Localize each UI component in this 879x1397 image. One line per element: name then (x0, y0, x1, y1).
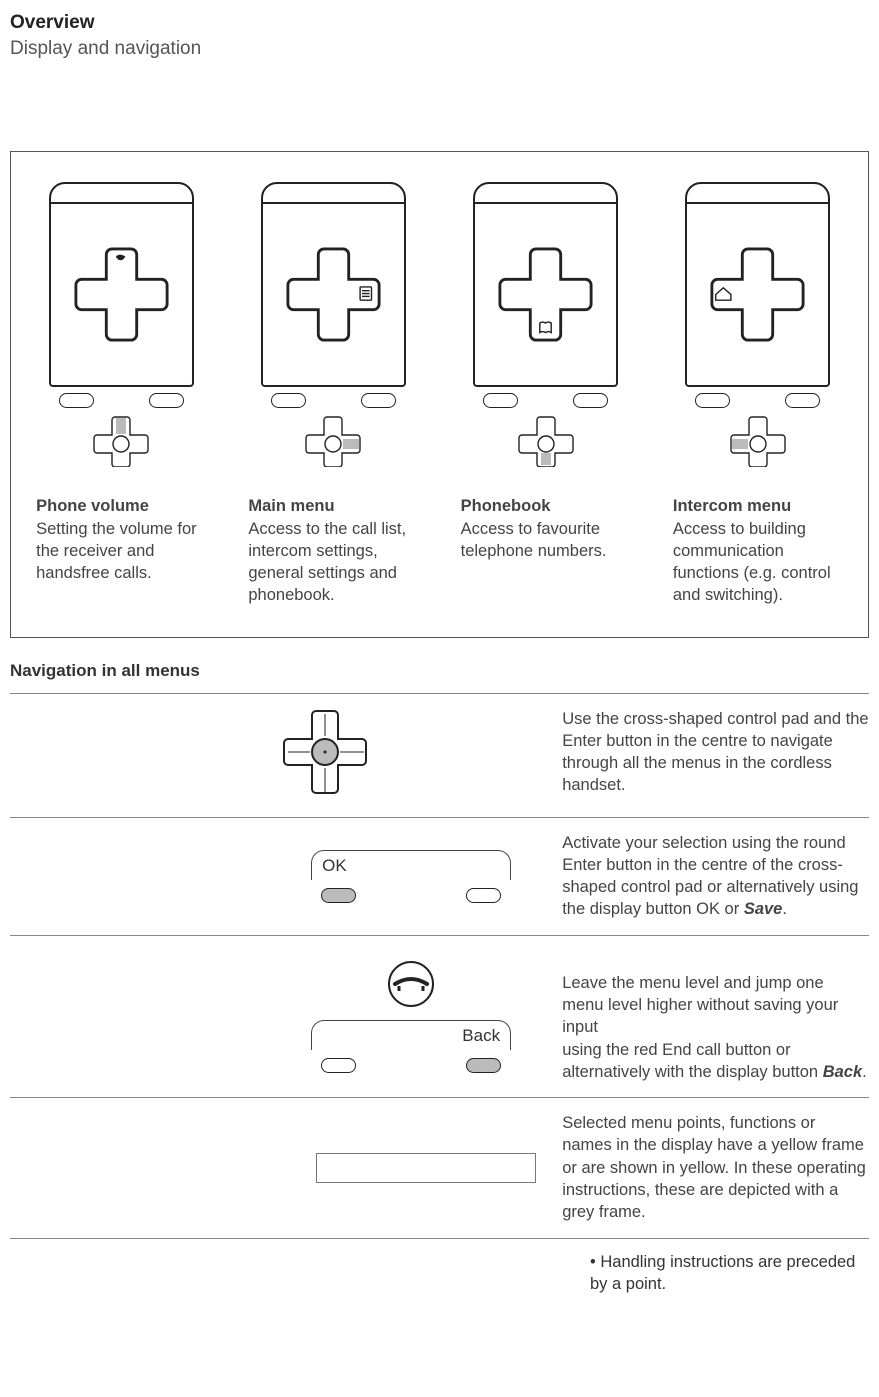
nav-row-text: Activate your selection using the round … (562, 817, 869, 935)
phone-col-volume: Phone volume Setting the volume for the … (29, 182, 213, 606)
softkey-oval-icon (149, 393, 184, 408)
phone-caption-desc: Setting the volume for the receiver and … (36, 520, 197, 583)
nav-row-text: Use the cross-shaped control pad and the… (562, 693, 869, 817)
phone-caption-desc: Access to building communication functio… (673, 520, 831, 605)
phone-caption-title: Phonebook (461, 495, 631, 517)
nav-row-text: Selected menu points, functions or names… (562, 1098, 869, 1238)
back-display-bar: Back (311, 1020, 511, 1050)
dpad-small-icon (728, 415, 788, 467)
end-call-button-icon (381, 960, 441, 1012)
softkey-oval-icon (321, 1058, 356, 1073)
phone-device (49, 182, 194, 387)
softkey-oval-icon (271, 393, 306, 408)
dpad-small-icon (91, 415, 151, 467)
control-pad-icon (280, 708, 370, 803)
softkey-oval-icon (695, 393, 730, 408)
dpad-large-icon (74, 247, 169, 342)
back-label: Back (462, 1025, 500, 1048)
ok-label: OK (322, 855, 347, 878)
softkey-oval-icon (59, 393, 94, 408)
ok-display-bar: OK (311, 850, 511, 880)
handling-note: • Handling instructions are preceded by … (10, 1251, 869, 1296)
phone-col-phonebook: Phonebook Access to favourite telephone … (454, 182, 638, 606)
page-title: Overview (10, 10, 869, 36)
softkey-oval-icon (466, 1058, 501, 1073)
phone-caption-title: Main menu (248, 495, 418, 517)
nav-section-heading: Navigation in all menus (10, 660, 869, 683)
phone-device (261, 182, 406, 387)
softkey-oval-icon (321, 888, 356, 903)
softkey-oval-icon (785, 393, 820, 408)
dpad-small-icon (516, 415, 576, 467)
softkey-oval-icon (361, 393, 396, 408)
nav-row-text: Leave the menu level and jump one menu l… (562, 935, 869, 1098)
dpad-large-icon (286, 247, 381, 342)
dpad-small-icon (303, 415, 363, 467)
navigation-table: Use the cross-shaped control pad and the… (10, 693, 869, 1239)
dpad-large-icon (498, 247, 593, 342)
phone-device (685, 182, 830, 387)
phones-overview-box: Phone volume Setting the volume for the … (10, 151, 869, 637)
phone-device (473, 182, 618, 387)
softkey-oval-icon (483, 393, 518, 408)
dpad-large-icon (710, 247, 805, 342)
phone-caption-desc: Access to favourite telephone numbers. (461, 520, 607, 560)
phone-caption-desc: Access to the call list, intercom settin… (248, 520, 406, 605)
phone-col-mainmenu: Main menu Access to the call list, inter… (241, 182, 425, 606)
selection-frame-icon (316, 1153, 536, 1183)
page-subtitle: Display and navigation (10, 36, 869, 62)
phone-caption-title: Intercom menu (673, 495, 843, 517)
softkey-oval-icon (466, 888, 501, 903)
phone-col-intercom: Intercom menu Access to building communi… (666, 182, 850, 606)
softkey-oval-icon (573, 393, 608, 408)
phone-caption-title: Phone volume (36, 495, 206, 517)
